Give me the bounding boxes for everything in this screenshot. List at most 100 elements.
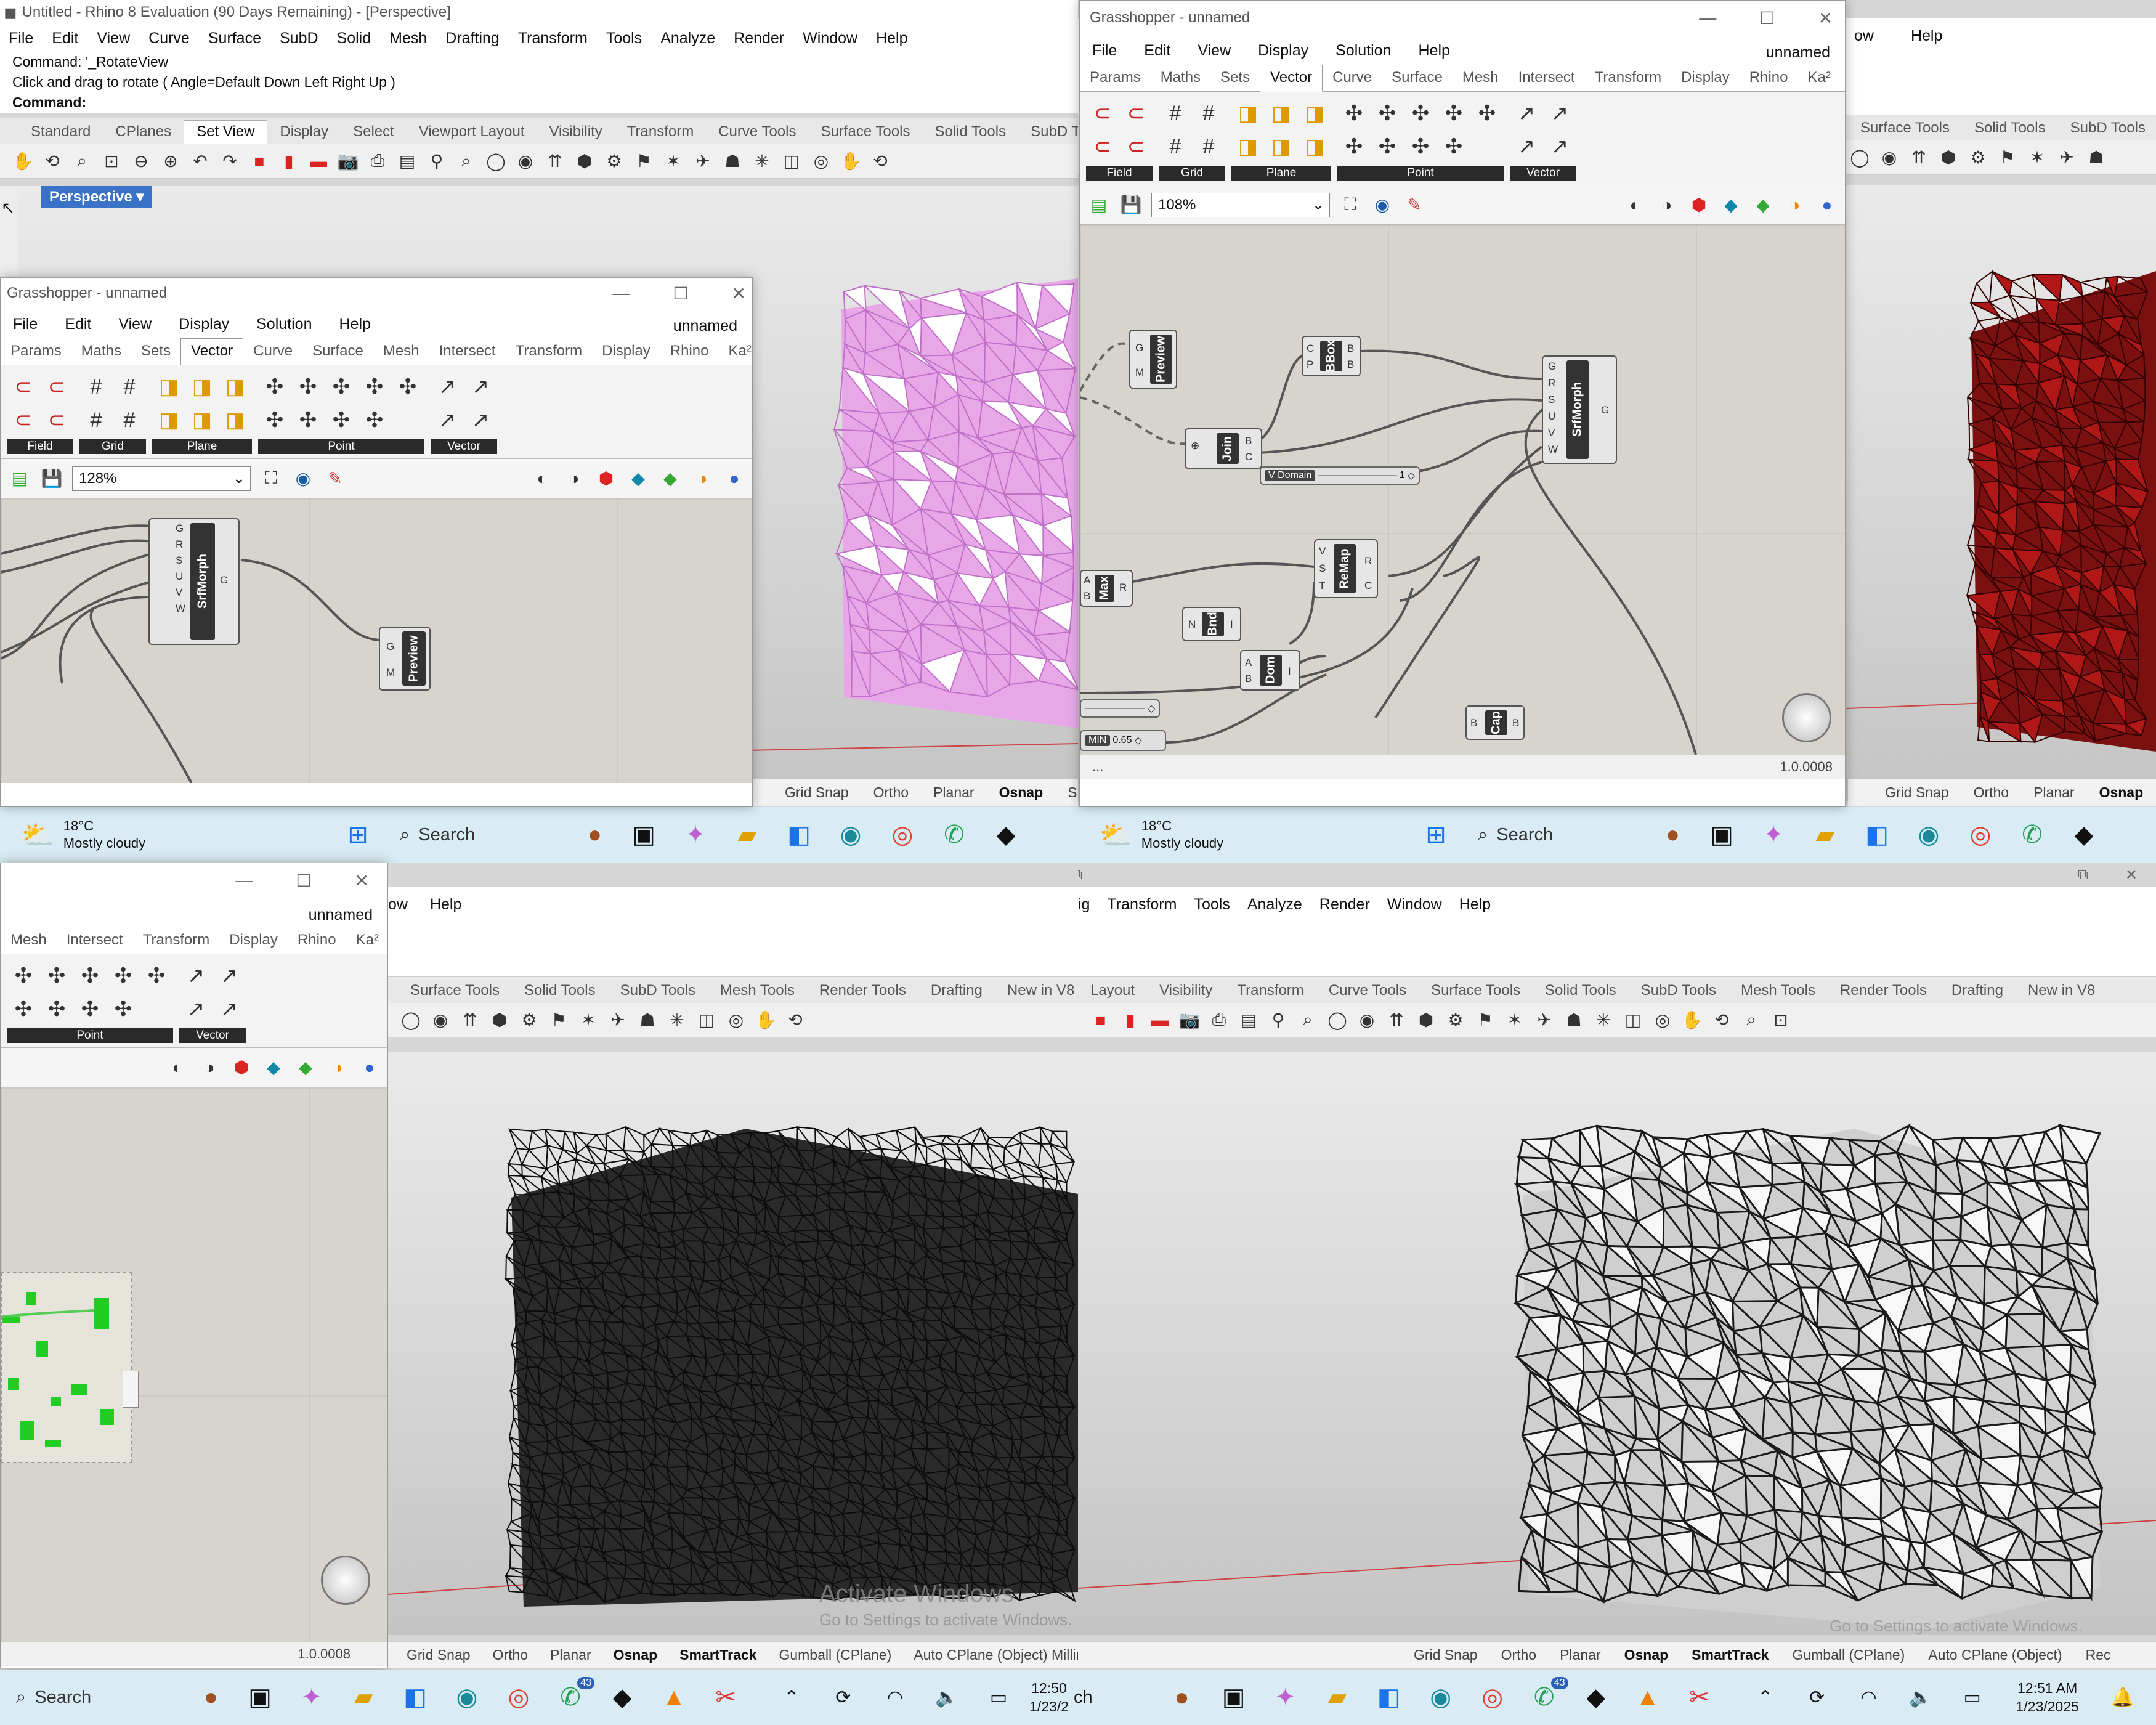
- hand-icon[interactable]: ✋: [754, 1009, 777, 1032]
- grid-dot-icon[interactable]: #: [1194, 99, 1223, 128]
- status-ortho[interactable]: Ortho: [1501, 1647, 1537, 1663]
- status-smarttrack[interactable]: SmartTrack: [1692, 1647, 1769, 1663]
- pt-group-icon[interactable]: ✣: [1373, 132, 1401, 161]
- tab-new-in-v8[interactable]: New in V8: [995, 982, 1078, 1003]
- plane-rotate-icon[interactable]: ◨: [221, 406, 249, 434]
- status-planar[interactable]: Planar: [2033, 784, 2074, 801]
- gear-icon[interactable]: ⚙: [1444, 1009, 1467, 1032]
- preview-selected-icon[interactable]: ⬢: [594, 467, 618, 490]
- close-icon[interactable]: ✕: [2125, 866, 2138, 887]
- chevron-up-icon-2[interactable]: ⌃: [1750, 1682, 1781, 1713]
- gh-group-label[interactable]: Field: [1086, 166, 1153, 181]
- close-icon[interactable]: ✕: [732, 283, 746, 304]
- gh-tab-ka[interactable]: Ka²: [719, 343, 761, 365]
- snipping-icon[interactable]: ✂: [710, 1682, 741, 1713]
- chrome-icon-2[interactable]: ◎: [1477, 1682, 1508, 1713]
- gh-tab-transform[interactable]: Transform: [506, 343, 592, 365]
- edge-icon[interactable]: ◉: [835, 819, 866, 850]
- walk-icon[interactable]: ☗: [636, 1009, 659, 1032]
- store-icon[interactable]: ◧: [400, 1682, 431, 1713]
- tab-solid-tools[interactable]: Solid Tools: [1962, 120, 2058, 140]
- gh-tab-mesh[interactable]: Mesh: [373, 343, 429, 365]
- menu-item-partial[interactable]: ow: [388, 896, 408, 914]
- vector-amp-icon[interactable]: ↗: [466, 406, 495, 434]
- circle-icon[interactable]: ◯: [1848, 146, 1871, 169]
- gh-tab-rhino[interactable]: Rhino: [1740, 69, 1798, 91]
- maximize-icon[interactable]: ☐: [1759, 8, 1775, 28]
- pt-list-icon[interactable]: ✣: [43, 962, 71, 990]
- zoom-out-icon[interactable]: ⊖: [129, 150, 153, 173]
- taskbar-search[interactable]: ⌕ Search ●: [0, 1680, 234, 1715]
- menu-item-file[interactable]: File: [9, 30, 33, 47]
- vector-line-icon[interactable]: ↗: [1546, 99, 1574, 128]
- tab-layout[interactable]: Layout: [1078, 982, 1147, 1003]
- notification-bell-icon[interactable]: 🔔: [2107, 1682, 2138, 1713]
- undo-view-icon[interactable]: ↶: [188, 150, 212, 173]
- cube-icon[interactable]: ◫: [780, 150, 803, 173]
- gh-tab-vector[interactable]: Vector: [180, 338, 244, 365]
- gh-tab-transform[interactable]: Transform: [1585, 69, 1671, 91]
- circle-icon[interactable]: ◯: [484, 150, 508, 173]
- file-explorer-icon[interactable]: ▰: [732, 819, 763, 850]
- menu-item-mesh[interactable]: Mesh: [389, 30, 427, 47]
- chrome-icon[interactable]: ◎: [887, 819, 918, 850]
- tab-surface-tools[interactable]: Surface Tools: [398, 982, 512, 1003]
- restore-icon[interactable]: ⧉: [1078, 866, 1082, 887]
- rotate-icon[interactable]: ⟲: [1710, 1009, 1733, 1032]
- rhino-taskbar-icon[interactable]: ◆: [607, 1682, 638, 1713]
- save-icon[interactable]: 💾: [1119, 193, 1143, 217]
- zoom-extents-icon[interactable]: ⛶: [259, 467, 283, 490]
- disc-icon[interactable]: ◉: [514, 150, 537, 173]
- tab-new-in-v8[interactable]: New in V8: [2016, 982, 2107, 1003]
- vector-line-icon[interactable]: ↗: [215, 962, 243, 990]
- box-icon[interactable]: ⬢: [488, 1009, 511, 1032]
- hash-icon[interactable]: #: [82, 406, 110, 434]
- display-mode-icon[interactable]: ◆: [262, 1056, 285, 1079]
- tab-display[interactable]: Display: [267, 123, 341, 144]
- menu-item-analyze[interactable]: Analyze: [660, 30, 715, 47]
- grid-dot-icon[interactable]: #: [115, 373, 144, 401]
- srfmorph-component[interactable]: G R S U V W SrfMorph G: [148, 518, 240, 645]
- magnet-ring-icon[interactable]: ⊂: [1088, 132, 1117, 161]
- gh-tab-vector[interactable]: Vector: [1260, 65, 1323, 92]
- plane-yellow-icon[interactable]: ◨: [1267, 99, 1295, 128]
- pt-cross-icon[interactable]: ✣: [76, 962, 104, 990]
- snipping-icon-2[interactable]: ✂: [1684, 1682, 1715, 1713]
- menu-item-transform[interactable]: Transform: [1107, 896, 1177, 914]
- vector-sum-icon[interactable]: ↗: [182, 995, 210, 1023]
- cube-icon[interactable]: ◫: [1621, 1009, 1645, 1032]
- light-icon[interactable]: ⚲: [1266, 1009, 1290, 1032]
- gh-canvas[interactable]: G R S U V W SrfMorph G G M Preview: [1, 498, 752, 783]
- pt-cull-icon[interactable]: ✣: [109, 995, 137, 1023]
- cap-component[interactable]: B Cap B: [1465, 705, 1525, 740]
- gh-menu-item-help[interactable]: Help: [339, 315, 370, 333]
- lamp-icon[interactable]: ⚑: [1996, 146, 2019, 169]
- status-ortho[interactable]: Ortho: [1974, 784, 2009, 801]
- copilot-icon-2[interactable]: ✦: [1270, 1682, 1301, 1713]
- tab-visibility[interactable]: Visibility: [537, 123, 614, 144]
- gh-menu-item-display[interactable]: Display: [1258, 42, 1308, 60]
- gh-menu-item-file[interactable]: File: [13, 315, 38, 333]
- gh-tab-intersect[interactable]: Intersect: [57, 932, 133, 954]
- box-icon[interactable]: ⬢: [1937, 146, 1960, 169]
- restore-icon-2[interactable]: ⧉: [2078, 866, 2088, 887]
- gh-tab-params[interactable]: Params: [1, 343, 71, 365]
- status-osnap[interactable]: Osnap: [2099, 784, 2144, 801]
- vector-xyz-icon[interactable]: ↗: [1512, 99, 1541, 128]
- gh-menu-item-view[interactable]: View: [1198, 42, 1231, 60]
- bnd-component[interactable]: N Bnd I: [1182, 607, 1241, 641]
- preview-shaded-icon[interactable]: ◑: [562, 467, 586, 490]
- gh-tab-display[interactable]: Display: [1671, 69, 1740, 91]
- gh-menu-item-edit[interactable]: Edit: [65, 315, 91, 333]
- pt-cross-icon[interactable]: ✣: [327, 373, 355, 401]
- gh-tab-rhino[interactable]: Rhino: [288, 932, 346, 954]
- volume-icon-2[interactable]: 🔈: [1905, 1682, 1936, 1713]
- dom-component[interactable]: AB Dom I: [1240, 650, 1300, 691]
- vector-line-icon[interactable]: ↗: [466, 373, 495, 401]
- hand-icon[interactable]: ✋: [1680, 1009, 1704, 1032]
- canvas-compass[interactable]: [1782, 693, 1831, 742]
- gh-tab-curve[interactable]: Curve: [1323, 69, 1382, 91]
- wall-icon[interactable]: ▮: [277, 150, 301, 173]
- gh-tab-sets[interactable]: Sets: [1210, 69, 1260, 91]
- gh-tab-transform[interactable]: Transform: [133, 932, 219, 954]
